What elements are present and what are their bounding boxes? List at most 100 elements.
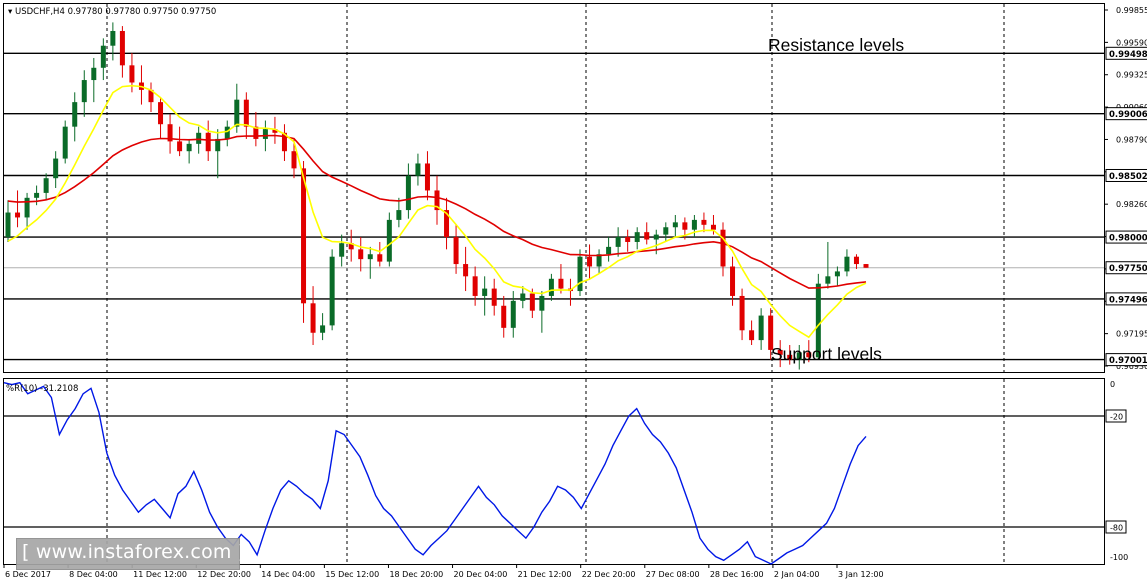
candle-body <box>482 288 488 296</box>
candle-body <box>100 45 106 68</box>
header-close: 0.97750 <box>181 7 216 17</box>
candle-body <box>577 256 583 292</box>
price-tag-label: 0.97001 <box>1109 356 1147 366</box>
candle-body <box>301 168 307 304</box>
candle-body <box>339 243 345 257</box>
indicator-tick-label: -80 <box>1110 524 1123 533</box>
candle-body <box>119 30 125 66</box>
candle-body <box>129 65 135 83</box>
candle-body <box>834 271 840 277</box>
candle-body <box>196 132 202 144</box>
candle-body <box>405 175 411 211</box>
watermark-text: [ www.instaforex.com ] <box>22 541 246 563</box>
candle-body <box>548 278 554 296</box>
candle-body <box>463 264 469 277</box>
time-tick-label: 6 Dec 2017 <box>5 570 51 579</box>
header-open: 0.97780 <box>68 7 103 17</box>
indicator-value: -31.2108 <box>40 384 78 394</box>
candle-body <box>110 30 116 46</box>
time-tick-label: 12 Dec 20:00 <box>197 570 251 579</box>
symbol-header: ▾ USDCHF,H4 0.97780 0.97780 0.97750 0.97… <box>8 7 216 17</box>
time-tick-label: 8 Dec 04:00 <box>69 570 118 579</box>
candle-body <box>177 141 183 152</box>
time-tick-label: 14 Dec 04:00 <box>261 570 315 579</box>
time-tick-label: 28 Dec 16:00 <box>710 570 764 579</box>
candle-body <box>539 295 545 311</box>
candle-body <box>386 219 392 262</box>
price-tick-label: 0.99590 <box>1116 38 1147 47</box>
candle-body <box>358 249 364 260</box>
candle-body <box>91 67 97 81</box>
candle-body <box>186 143 192 152</box>
candle-body <box>529 293 535 311</box>
candle-body <box>72 102 78 127</box>
candle-body <box>62 126 68 159</box>
candle-body <box>682 222 688 230</box>
header-symbol: USDCHF,H4 <box>15 7 65 17</box>
candle-body <box>81 80 87 103</box>
candle-body <box>853 256 859 265</box>
candle-body <box>15 212 21 218</box>
time-tick-label: 21 Dec 12:00 <box>518 570 572 579</box>
price-tick-label: 0.98260 <box>1116 200 1147 209</box>
candle-body <box>691 219 697 230</box>
candle-body <box>615 237 621 247</box>
candle-body <box>320 325 326 333</box>
candle-body <box>749 330 755 341</box>
candle-body <box>43 178 49 193</box>
time-tick-label: 3 Jan 12:00 <box>838 570 884 579</box>
price-chart[interactable]: 0.998550.995900.993250.990600.987900.985… <box>0 0 1147 585</box>
candle-body <box>606 246 612 255</box>
candle-body <box>396 210 402 220</box>
candle-body <box>243 99 249 127</box>
candle-body <box>472 276 478 296</box>
candle-body <box>158 102 164 125</box>
candle-body <box>234 99 240 127</box>
candle-body <box>377 254 383 262</box>
candle-body <box>587 256 593 267</box>
time-tick-label: 18 Dec 20:00 <box>389 570 443 579</box>
candle-body <box>520 293 526 301</box>
price-tick-label: 0.99855 <box>1116 6 1147 15</box>
candle-body <box>329 256 335 326</box>
candle-body <box>720 229 726 267</box>
indicator-name: %R(10) <box>6 384 37 394</box>
time-tick-label: 15 Dec 12:00 <box>325 570 379 579</box>
header-low: 0.97750 <box>143 7 178 17</box>
time-tick-label: 22 Dec 20:00 <box>582 570 636 579</box>
candle-body <box>701 219 707 225</box>
candle-body <box>844 256 850 272</box>
price-tag-label: 0.97496 <box>1109 295 1147 305</box>
candle-body <box>710 224 716 230</box>
candle-body <box>415 163 421 176</box>
candle-body <box>5 212 11 238</box>
candle-body <box>367 254 373 260</box>
candle-body <box>310 303 316 333</box>
price-tag-label: 0.97750 <box>1109 264 1147 274</box>
candle-body <box>863 264 869 268</box>
time-tick-label: 11 Dec 12:00 <box>133 570 187 579</box>
candle-body <box>34 192 40 198</box>
candle-body <box>672 222 678 228</box>
time-tick-label: 20 Dec 04:00 <box>454 570 508 579</box>
candle-body <box>224 126 230 139</box>
price-tick-label: 0.98790 <box>1116 135 1147 144</box>
price-tag-label: 0.99006 <box>1109 110 1147 120</box>
price-tag-label: 0.99498 <box>1109 50 1147 60</box>
candle-body <box>424 163 430 191</box>
price-tag-label: 0.98000 <box>1109 234 1147 244</box>
candle-body <box>663 227 669 235</box>
indicator-tick-label: -100 <box>1110 553 1128 562</box>
candle-body <box>825 276 831 284</box>
candle-body <box>644 232 650 240</box>
candle-body <box>730 266 736 296</box>
time-tick-label: 2 Jan 04:00 <box>774 570 820 579</box>
candle-body <box>491 288 497 306</box>
candle-body <box>558 278 564 289</box>
candle-body <box>453 237 459 265</box>
header-symbol-triangle-icon: ▾ <box>8 7 15 17</box>
support-levels-label: Support levels <box>771 344 882 364</box>
candle-body <box>653 234 659 240</box>
candle-body <box>262 129 268 139</box>
candle-body <box>291 151 297 169</box>
